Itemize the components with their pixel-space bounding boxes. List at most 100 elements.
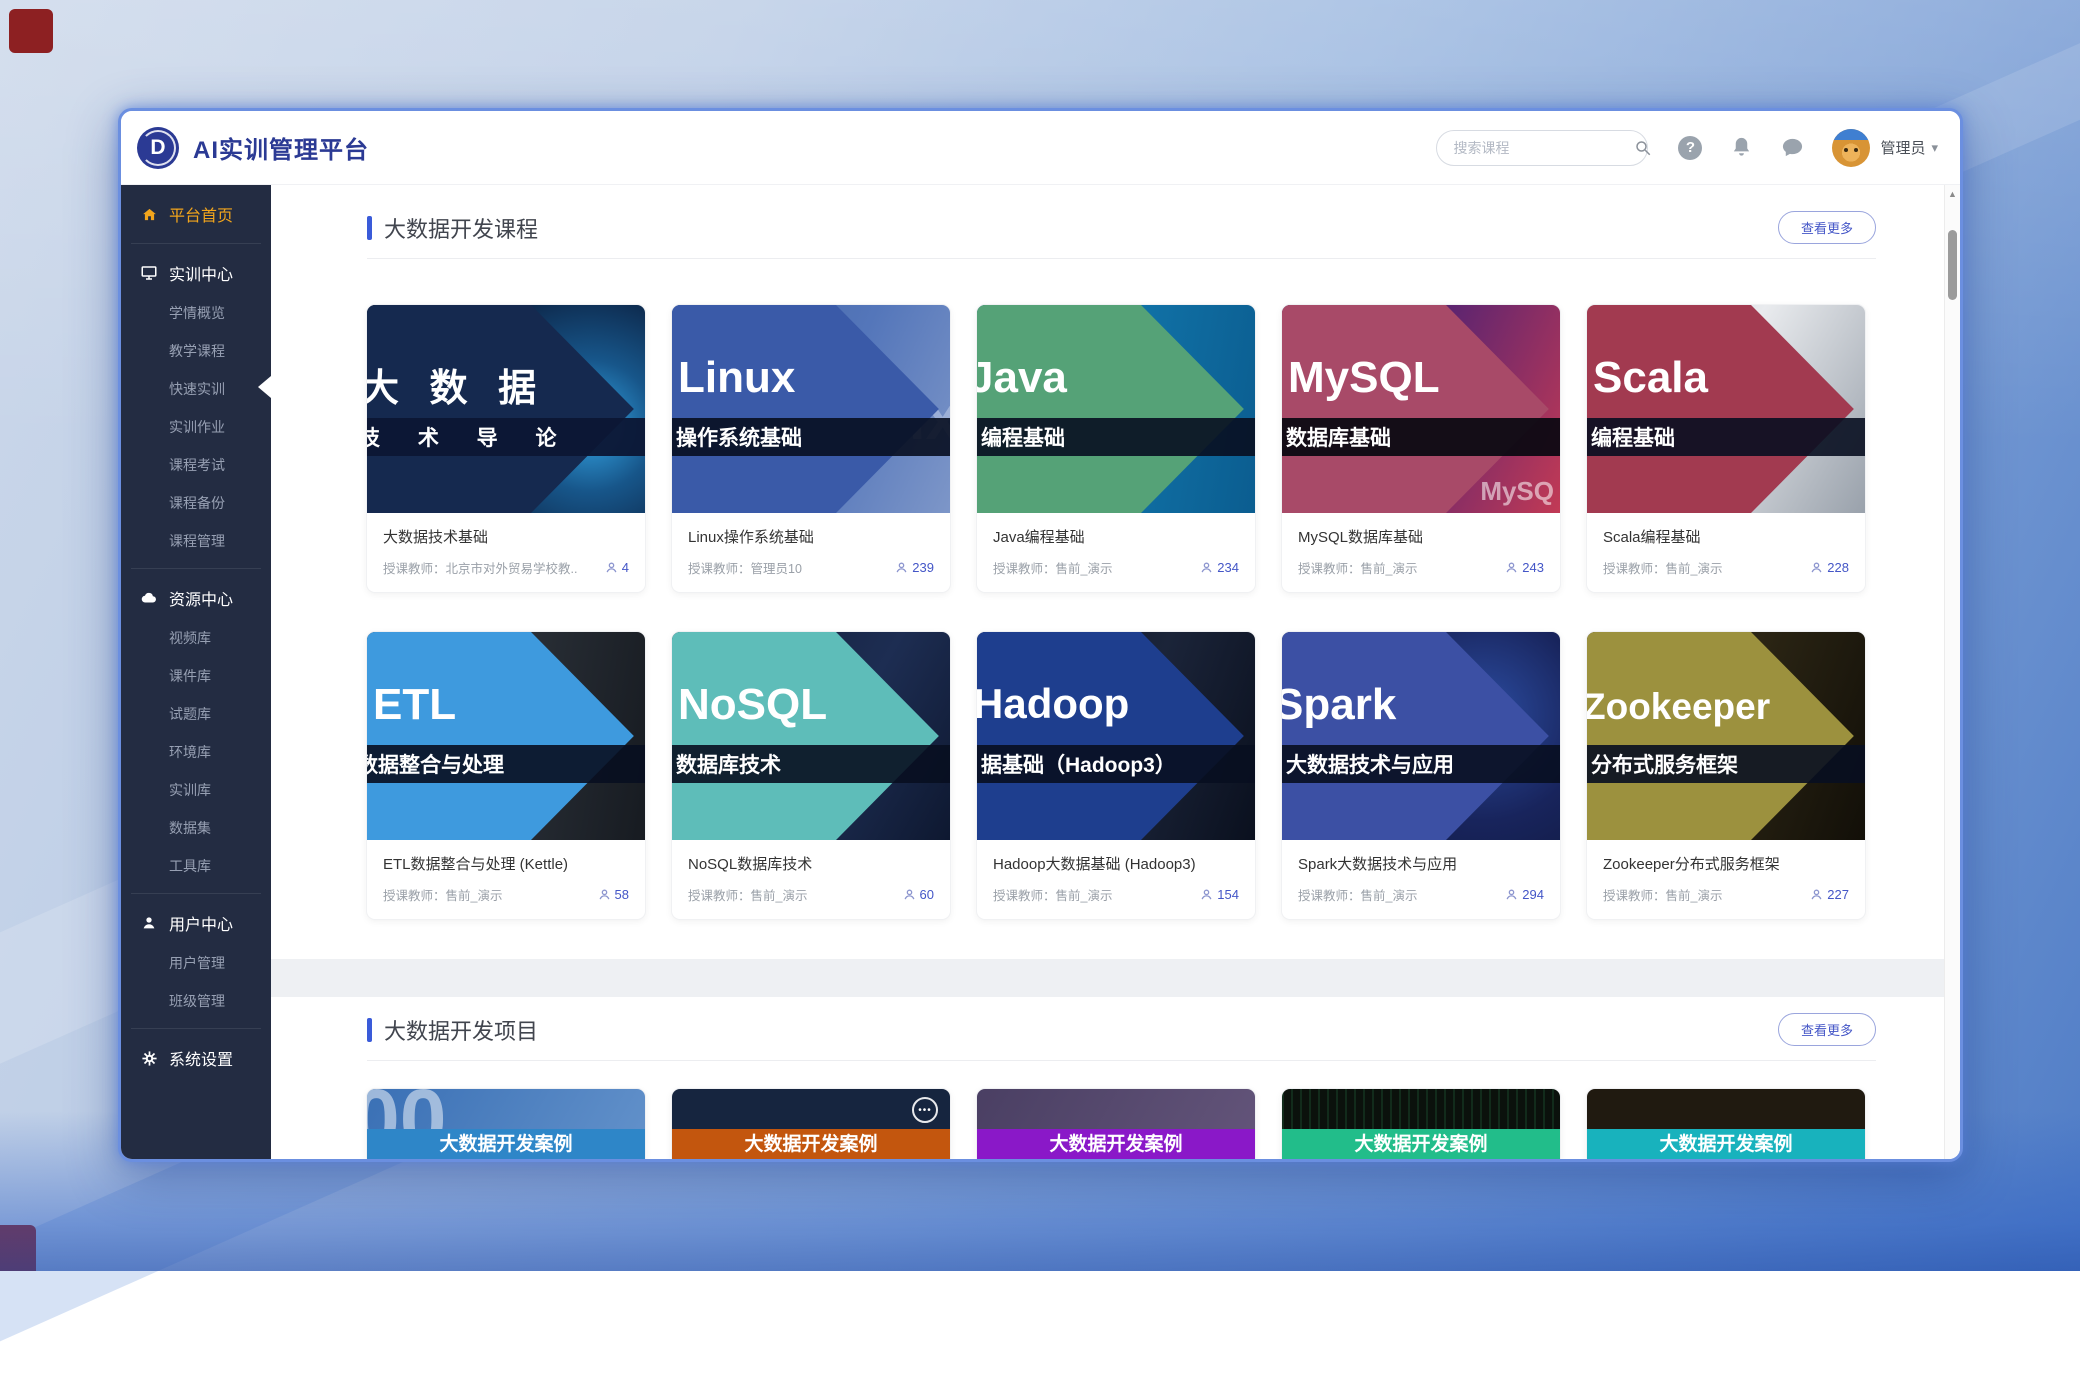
case-cover: 大数据开发案例	[1587, 1089, 1865, 1162]
sidebar-item-label: 平台首页	[169, 202, 233, 226]
cover-subtitle-band: 据基础（Hadoop3）	[977, 745, 1255, 783]
cover-subtitle-band: 数据库基础	[1282, 418, 1560, 456]
app-logo-icon: D	[137, 127, 179, 169]
sidebar-subitem[interactable]: 数据集	[121, 809, 271, 847]
user-name[interactable]: 管理员	[1880, 137, 1925, 158]
sidebar-subitem[interactable]: 环境库	[121, 733, 271, 771]
sidebar-subitem[interactable]: 教学课程	[121, 332, 271, 370]
cover-subtitle: 编程基础	[1591, 422, 1675, 452]
course-cover: 编程基础 Java	[977, 305, 1255, 513]
sidebar-subitem[interactable]: 视频库	[121, 619, 271, 657]
cover-title: NoSQL	[678, 680, 827, 730]
course-card[interactable]: 据基础（Hadoop3）HadoopHadoop大数据基础 (Hadoop3)授…	[977, 632, 1255, 919]
cover-title: 大 数 据	[367, 357, 546, 412]
course-card[interactable]: 编程基础Scala Scala编程基础授课教师：售前_演示 228	[1587, 305, 1865, 592]
scrollbar-thumb[interactable]	[1948, 230, 1957, 300]
course-teacher: 授课教师：售前_演示	[993, 885, 1112, 904]
cover-subtitle: 大数据技术与应用	[1286, 749, 1454, 779]
course-title: 大数据技术基础	[383, 526, 629, 547]
course-card[interactable]: 数据库技术NoSQLNoSQL数据库技术授课教师：售前_演示60	[672, 632, 950, 919]
course-title: Scala编程基础	[1603, 526, 1849, 547]
sidebar-subitem[interactable]: 课件库	[121, 657, 271, 695]
course-teacher: 授课教师：售前_演示	[1298, 558, 1417, 577]
course-title: ETL数据整合与处理 (Kettle)	[383, 853, 629, 874]
person-icon	[598, 888, 611, 901]
desktop-marker	[9, 9, 53, 53]
sidebar-subitem[interactable]: 工具库	[121, 847, 271, 885]
search-box[interactable]	[1436, 130, 1648, 166]
cover-title: Java	[977, 353, 1067, 403]
sidebar-item-label: 用户中心	[169, 911, 233, 935]
course-title: MySQL数据库基础	[1298, 526, 1544, 547]
chevron-down-icon[interactable]: ▾	[1931, 140, 1938, 156]
main-content: 大数据开发课程 查看更多 技 术 导 论大 数 据大数据技术基础授课教师：北京市…	[271, 185, 1960, 1162]
course-teacher: 授课教师：售前_演示	[993, 558, 1112, 577]
sidebar-subitem[interactable]: 快速实训	[121, 370, 271, 408]
cover-arrow-shape	[977, 632, 1255, 840]
user-avatar[interactable]	[1832, 129, 1870, 167]
case-banner: 大数据开发案例	[977, 1129, 1255, 1161]
divider	[131, 243, 261, 244]
sidebar-subitem[interactable]: 课程考试	[121, 446, 271, 484]
course-cover: inux操作系统基础Linux	[672, 305, 950, 513]
student-count: 228	[1827, 560, 1849, 575]
scroll-up-icon[interactable]: ▲	[1945, 189, 1960, 199]
sidebar-item-gear[interactable]: 系统设置	[121, 1037, 271, 1079]
case-card[interactable]: 00大数据开发案例	[367, 1089, 645, 1162]
course-title: Hadoop大数据基础 (Hadoop3)	[993, 853, 1239, 874]
student-count: 234	[1217, 560, 1239, 575]
cover-arrow-shape	[367, 632, 645, 840]
course-card[interactable]: MySQ数据库基础MySQLMySQL数据库基础授课教师：售前_演示243	[1282, 305, 1560, 592]
course-card[interactable]: 分布式服务框架ZookeeperZookeeper分布式服务框架授课教师：售前_…	[1587, 632, 1865, 919]
sidebar-subitem[interactable]: 学情概览	[121, 294, 271, 332]
course-card[interactable]: 编程基础 JavaJava 编程基础授课教师：售前_演示 234	[977, 305, 1255, 592]
person-icon	[1505, 561, 1518, 574]
course-card[interactable]: 数据整合与处理ETLETL数据整合与处理 (Kettle)授课教师：售前_演示5…	[367, 632, 645, 919]
case-card[interactable]: •••大数据开发案例	[672, 1089, 950, 1162]
message-icon[interactable]	[1781, 136, 1804, 159]
case-cover: 大数据开发案例	[977, 1089, 1255, 1162]
course-cover: 编程基础Scala	[1587, 305, 1865, 513]
help-icon[interactable]: ?	[1678, 136, 1702, 160]
sidebar-subitem[interactable]: 实训作业	[121, 408, 271, 446]
cover-title: Zookeeper	[1587, 686, 1770, 728]
cover-title: Linux	[678, 353, 795, 403]
bell-icon[interactable]	[1730, 136, 1753, 159]
search-icon[interactable]	[1634, 139, 1652, 157]
cover-subtitle: 据基础（Hadoop3）	[981, 749, 1176, 779]
cover-subtitle: 编程基础	[981, 422, 1065, 452]
sidebar-item-monitor[interactable]: 实训中心	[121, 252, 271, 294]
cover-arrow-shape	[672, 632, 950, 840]
search-input[interactable]	[1453, 140, 1634, 156]
view-more-projects-button[interactable]: 查看更多	[1778, 1013, 1876, 1046]
case-card[interactable]: 大数据开发案例	[977, 1089, 1255, 1162]
course-teacher: 授课教师：售前_演示	[1603, 558, 1722, 577]
sidebar-subitem[interactable]: 课程备份	[121, 484, 271, 522]
course-cover: 数据库技术 NoSQL	[672, 632, 950, 840]
course-card[interactable]: 技 术 导 论大 数 据大数据技术基础授课教师：北京市对外贸易学校教...4	[367, 305, 645, 592]
divider	[367, 258, 1876, 259]
sidebar-item-cloud[interactable]: 资源中心	[121, 577, 271, 619]
cover-subtitle-band: 编程基础	[1587, 418, 1865, 456]
sidebar-subitem[interactable]: 实训库	[121, 771, 271, 809]
case-card[interactable]: 大数据开发案例	[1282, 1089, 1560, 1162]
scrollbar[interactable]: ▲	[1944, 185, 1960, 1162]
view-more-courses-button[interactable]: 查看更多	[1778, 211, 1876, 244]
course-card[interactable]: 大数据技术与应用SparkSpark大数据技术与应用授课教师：售前_演示294	[1282, 632, 1560, 919]
person-icon	[1810, 561, 1823, 574]
cover-subtitle-band: 编程基础	[977, 418, 1255, 456]
sidebar-subitem[interactable]: 试题库	[121, 695, 271, 733]
course-card[interactable]: inux操作系统基础LinuxLinux操作系统基础授课教师：管理员10239	[672, 305, 950, 592]
student-count: 239	[912, 560, 934, 575]
section-gap	[271, 959, 1960, 997]
sidebar-subitem[interactable]: 用户管理	[121, 944, 271, 982]
sidebar-item-user[interactable]: 用户中心	[121, 902, 271, 944]
course-teacher: 授课教师：管理员10	[688, 558, 802, 577]
sidebar-subitem[interactable]: 班级管理	[121, 982, 271, 1020]
sidebar-subitem[interactable]: 课程管理	[121, 522, 271, 560]
cover-subtitle: 数据库技术	[676, 749, 781, 779]
user-icon	[139, 915, 159, 931]
cover-subtitle: 分布式服务框架	[1591, 749, 1738, 779]
case-card[interactable]: 大数据开发案例	[1587, 1089, 1865, 1162]
sidebar-item-home[interactable]: 平台首页	[121, 193, 271, 235]
